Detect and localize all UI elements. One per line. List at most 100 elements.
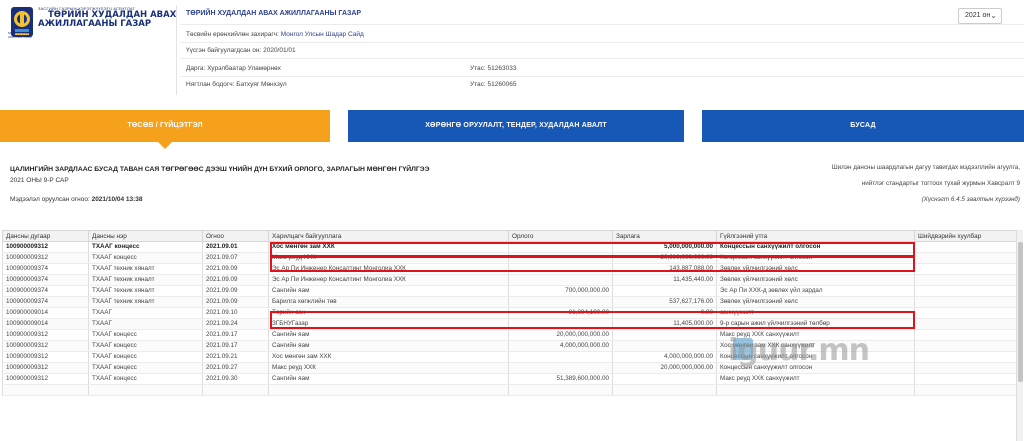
table-row[interactable]: [2, 384, 1021, 396]
table-cell-name: ТХААГ концесс: [88, 252, 203, 264]
table-cell-date: 2021.09.10: [202, 307, 269, 319]
table-cell-acc: 100900009312: [2, 340, 89, 352]
report-title: ЦАЛИНГИЙН ЗАРДЛААС БУСАД ТАВАН САЯ ТӨГРӨ…: [10, 166, 430, 173]
regulation-note-1: Шилэн дансны шаардлагын дагуу тавигдах м…: [831, 164, 1020, 171]
accountant-name: Нягтлан бодогч: Батхуяг Мөнхзул: [186, 81, 287, 88]
table-cell-name: [88, 384, 203, 396]
report-date-value: 2021/10/04 13:38: [91, 196, 143, 203]
table-cell-purpose: [716, 384, 915, 396]
column-header[interactable]: Огноо: [202, 230, 269, 242]
header-rule: [180, 24, 1024, 25]
table-cell-party: Сангийн яам: [268, 340, 509, 352]
table-cell-name: ТХААГ техник хяналт: [88, 285, 203, 297]
table-cell-name: ТХААГ концесс: [88, 362, 203, 374]
table-cell-acc: [2, 384, 89, 396]
table-cell-income: 700,000,000.00: [508, 285, 613, 297]
table-scrollbar[interactable]: [1016, 230, 1023, 441]
table-cell-party: [268, 384, 509, 396]
table-cell-doc: [914, 373, 1021, 385]
tab-investment-tender-procurement[interactable]: ХӨРӨНГӨ ОРУУЛАЛТ, ТЕНДЕР, ХУДАЛДАН АВАЛТ: [348, 110, 684, 142]
table-cell-purpose: Зөвлөх үйлчилгээний хөлс: [716, 274, 915, 286]
table-cell-doc: [914, 384, 1021, 396]
column-header[interactable]: Шийдвэрийн хуулбар: [914, 230, 1021, 242]
table-cell-name: ТХААГ концесс: [88, 351, 203, 363]
table-cell-date: 2021.09.09: [202, 263, 269, 275]
table-cell-income: [508, 362, 613, 374]
regulation-note-3-text: (Хүснэгт 6.4.5 заалтын хүрээнд): [921, 196, 1020, 203]
table-row[interactable]: 100900009374 ТХААГ техник хяналт 2021.09.0…: [2, 296, 1021, 308]
table-cell-date: 2021.09.07: [202, 252, 269, 264]
table-cell-acc: 100900009374: [2, 285, 89, 297]
table-cell-expense: 11,435,440.00: [612, 274, 717, 286]
table-cell-expense: [612, 384, 717, 396]
table-cell-doc: [914, 241, 1021, 253]
table-cell-income: [508, 384, 613, 396]
table-cell-name: ТХААГ: [88, 318, 203, 330]
org-title: ТӨРИЙН ХУДАЛДАН АВАХ АЖИЛЛАГААНЫ ГАЗАР: [186, 10, 362, 17]
tab-budget-performance[interactable]: ТӨСӨВ / ГҮЙЦЭТГЭЛ: [0, 110, 330, 142]
table-row[interactable]: 100900009374 ТХААГ техник хяналт 2021.09.0…: [2, 274, 1021, 286]
table-cell-income: 4,000,000,000.00: [508, 340, 613, 352]
table-cell-income: 20,000,000,000.00: [508, 329, 613, 341]
agency-logo[interactable]: ЗАСГИЙН ГАЗРЫН ХЭРЭГЖҮҮЛЭГЧ АГЕНТЛАГ ТӨР…: [6, 2, 176, 42]
table-cell-acc: 100900009312: [2, 362, 89, 374]
column-header[interactable]: Гүйлгээний утга: [716, 230, 915, 242]
column-header[interactable]: Дансны дугаар: [2, 230, 89, 242]
header-rule: [180, 58, 1024, 59]
logo-name-line2: АЖИЛЛАГААНЫ ГАЗАР: [38, 19, 152, 29]
table-cell-acc: 100900009312: [2, 373, 89, 385]
table-row[interactable]: 100900009374 ТХААГ техник хяналт 2021.09.0…: [2, 285, 1021, 297]
budget-manager-value[interactable]: Монгол Улсын Шадар Сайд: [281, 31, 364, 38]
table-cell-acc: 100900009374: [2, 274, 89, 286]
page-header: ЗАСГИЙН ГАЗРЫН ХЭРЭГЖҮҮЛЭГЧ АГЕНТЛАГ ТӨР…: [0, 0, 1024, 100]
regulation-note-2: нийтлэг стандартыг тогтоох тухай журмын …: [861, 180, 1020, 187]
table-cell-acc: 100900009312: [2, 252, 89, 264]
table-cell-party: Эс Ар Пи Инженер Консалтинг Монголиа ХХК: [268, 274, 509, 286]
table-cell-party: Сангийн яам: [268, 285, 509, 297]
table-cell-name: ТХААГ техник хяналт: [88, 274, 203, 286]
regulation-note-3: (Хүснэгт 6.4.5 заалтын хүрээнд): [922, 196, 1020, 203]
table-cell-party: Барилга хөгжлийн төв: [268, 296, 509, 308]
logo-text: ЗАСГИЙН ГАЗРЫН ХЭРЭГЖҮҮЛЭГЧ АГЕНТЛАГ ТӨР…: [38, 6, 176, 29]
year-select[interactable]: 2021 он ⌄: [958, 8, 1002, 24]
table-cell-date: 2021.09.01: [202, 241, 269, 253]
column-header[interactable]: Харилцагч байгууллага: [268, 230, 509, 242]
table-cell-expense: 4,000,000,000.00: [612, 351, 717, 363]
table-cell-doc: [914, 274, 1021, 286]
table-cell-doc: [914, 351, 1021, 363]
table-cell-party: Сангийн яам: [268, 373, 509, 385]
column-header[interactable]: Орлого: [508, 230, 613, 242]
table-cell-party: Хос мөнгөн зам ХХК: [268, 351, 509, 363]
table-cell-acc: 100900009014: [2, 307, 89, 319]
table-cell-date: 2021.09.09: [202, 285, 269, 297]
column-header[interactable]: Зарлага: [612, 230, 717, 242]
scrollbar-thumb[interactable]: [1018, 242, 1023, 382]
table-cell-name: ТХААГ концесс: [88, 373, 203, 385]
table-cell-name: ТХААГ концесс: [88, 329, 203, 341]
table-cell-date: 2021.09.24: [202, 318, 269, 330]
table-cell-doc: [914, 263, 1021, 275]
table-cell-doc: [914, 252, 1021, 264]
table-cell-purpose: Зөвлөх үйлчилгээний хөлс: [716, 296, 915, 308]
table-cell-date: [202, 384, 269, 396]
header-divider: [176, 5, 177, 95]
column-header[interactable]: Дансны нэр: [88, 230, 203, 242]
table-cell-doc: [914, 285, 1021, 297]
report-period: 2021 ОНЫ 9-Р САР: [10, 177, 69, 184]
director-name: Дарга: Хурэлбаатар Уламөрнөх: [186, 65, 281, 72]
table-cell-income: [508, 351, 613, 363]
table-cell-doc: [914, 307, 1021, 319]
logo-emblem-caption: МОНГОЛ УЛСЫН ЗАСГИЙН ГАЗАР: [8, 31, 33, 39]
highlight-box: [270, 256, 915, 272]
tab-other[interactable]: БУСАД: [702, 110, 1024, 142]
highlight-box: [270, 311, 915, 329]
table-cell-name: ТХААГ техник хяналт: [88, 263, 203, 275]
director-phone: Утас: 51263033: [470, 65, 517, 72]
table-cell-name: ТХААГ техник хяналт: [88, 296, 203, 308]
established-date: Үүсгэн байгуулагдсан он: 2020/01/01: [186, 47, 296, 54]
table-cell-date: 2021.09.17: [202, 340, 269, 352]
table-cell-party: Сангийн яам: [268, 329, 509, 341]
table-row[interactable]: 100900009312 ТХААГ концесс 2021.09.30 Санги…: [2, 373, 1021, 385]
table-cell-doc: [914, 340, 1021, 352]
table-cell-purpose: Макс реуд ХХК санхүүжилт: [716, 373, 915, 385]
